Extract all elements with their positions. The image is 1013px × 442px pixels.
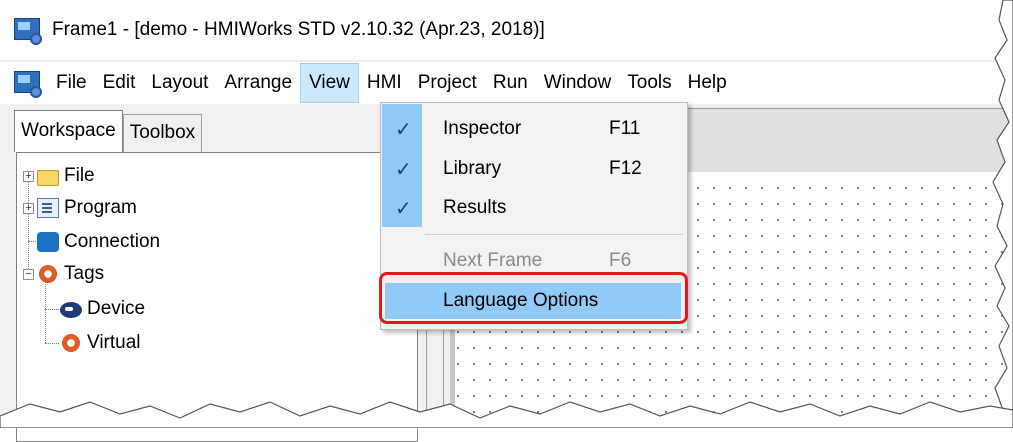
tree-node-tags[interactable]: − Tags bbox=[23, 259, 104, 289]
collapse-toggle[interactable]: − bbox=[23, 268, 34, 280]
connection-icon bbox=[37, 232, 59, 252]
menu-arrange[interactable]: Arrange bbox=[216, 63, 300, 103]
window-title: Frame1 - [demo - HMIWorks STD v2.10.32 (… bbox=[52, 19, 545, 40]
title-bar: Frame1 - [demo - HMIWorks STD v2.10.32 (… bbox=[0, 0, 1013, 60]
annotation-highlight-box bbox=[379, 272, 688, 324]
device-icon bbox=[60, 302, 82, 318]
tags-icon bbox=[37, 264, 59, 284]
menu-layout[interactable]: Layout bbox=[143, 63, 216, 103]
menu-bar: File Edit Layout Arrange View HMI Projec… bbox=[0, 62, 1013, 104]
hmiworks-app-icon[interactable] bbox=[12, 15, 42, 45]
menu-item-shortcut: F11 bbox=[609, 118, 641, 139]
menu-project[interactable]: Project bbox=[410, 63, 485, 103]
tree-node-label: Tags bbox=[64, 263, 105, 284]
menu-item-library[interactable]: ✓ Library F12 bbox=[381, 153, 687, 185]
menu-help[interactable]: Help bbox=[680, 63, 735, 103]
folder-icon bbox=[37, 170, 59, 186]
menu-item-label: Next Frame bbox=[443, 250, 543, 271]
torn-edge-right bbox=[992, 0, 1013, 428]
torn-edge-bottom bbox=[0, 401, 1013, 428]
tree-node-label: Connection bbox=[64, 231, 161, 252]
tree-node-label: Device bbox=[87, 298, 146, 319]
menu-item-label: Results bbox=[443, 197, 507, 218]
menu-item-label: Library bbox=[443, 158, 502, 179]
document-menu-icon[interactable] bbox=[12, 68, 42, 98]
program-icon bbox=[37, 198, 59, 218]
menu-edit[interactable]: Edit bbox=[95, 63, 144, 103]
check-icon: ✓ bbox=[395, 119, 412, 141]
check-icon: ✓ bbox=[395, 159, 412, 181]
menu-tools[interactable]: Tools bbox=[619, 63, 679, 103]
expand-toggle[interactable]: + bbox=[23, 170, 34, 182]
tree-node-label: Virtual bbox=[87, 332, 141, 353]
menu-hmi[interactable]: HMI bbox=[359, 63, 410, 103]
tree-node-label: Program bbox=[64, 197, 137, 218]
menu-separator bbox=[425, 234, 683, 235]
check-icon: ✓ bbox=[395, 198, 412, 220]
menu-run[interactable]: Run bbox=[485, 63, 536, 103]
menu-view[interactable]: View bbox=[300, 63, 359, 103]
expand-toggle[interactable]: + bbox=[23, 202, 34, 214]
menu-window[interactable]: Window bbox=[536, 63, 620, 103]
menu-item-shortcut: F12 bbox=[609, 158, 642, 179]
tree-node-device[interactable]: Device bbox=[57, 294, 145, 324]
tree-node-connection[interactable]: Connection bbox=[23, 227, 160, 257]
tab-toolbox[interactable]: Toolbox bbox=[122, 114, 203, 152]
menu-file[interactable]: File bbox=[48, 63, 95, 103]
tree-node-label: File bbox=[64, 165, 95, 186]
panel-tabs: Workspace Toolbox bbox=[14, 108, 203, 152]
tree-node-file[interactable]: + File bbox=[23, 161, 95, 191]
menu-item-results[interactable]: ✓ Results bbox=[381, 192, 687, 224]
tree-node-virtual[interactable]: Virtual bbox=[57, 328, 141, 358]
tab-workspace[interactable]: Workspace bbox=[14, 110, 123, 152]
app-window: Frame1 - [demo - HMIWorks STD v2.10.32 (… bbox=[0, 0, 1013, 442]
menu-item-label: Inspector bbox=[443, 118, 522, 139]
workspace-panel: Workspace Toolbox + File + Program Conne… bbox=[14, 108, 422, 442]
tree-node-program[interactable]: + Program bbox=[23, 193, 137, 223]
virtual-tag-icon bbox=[60, 333, 82, 353]
menu-item-inspector[interactable]: ✓ Inspector F11 bbox=[381, 113, 687, 145]
menu-item-shortcut: F6 bbox=[609, 250, 632, 271]
